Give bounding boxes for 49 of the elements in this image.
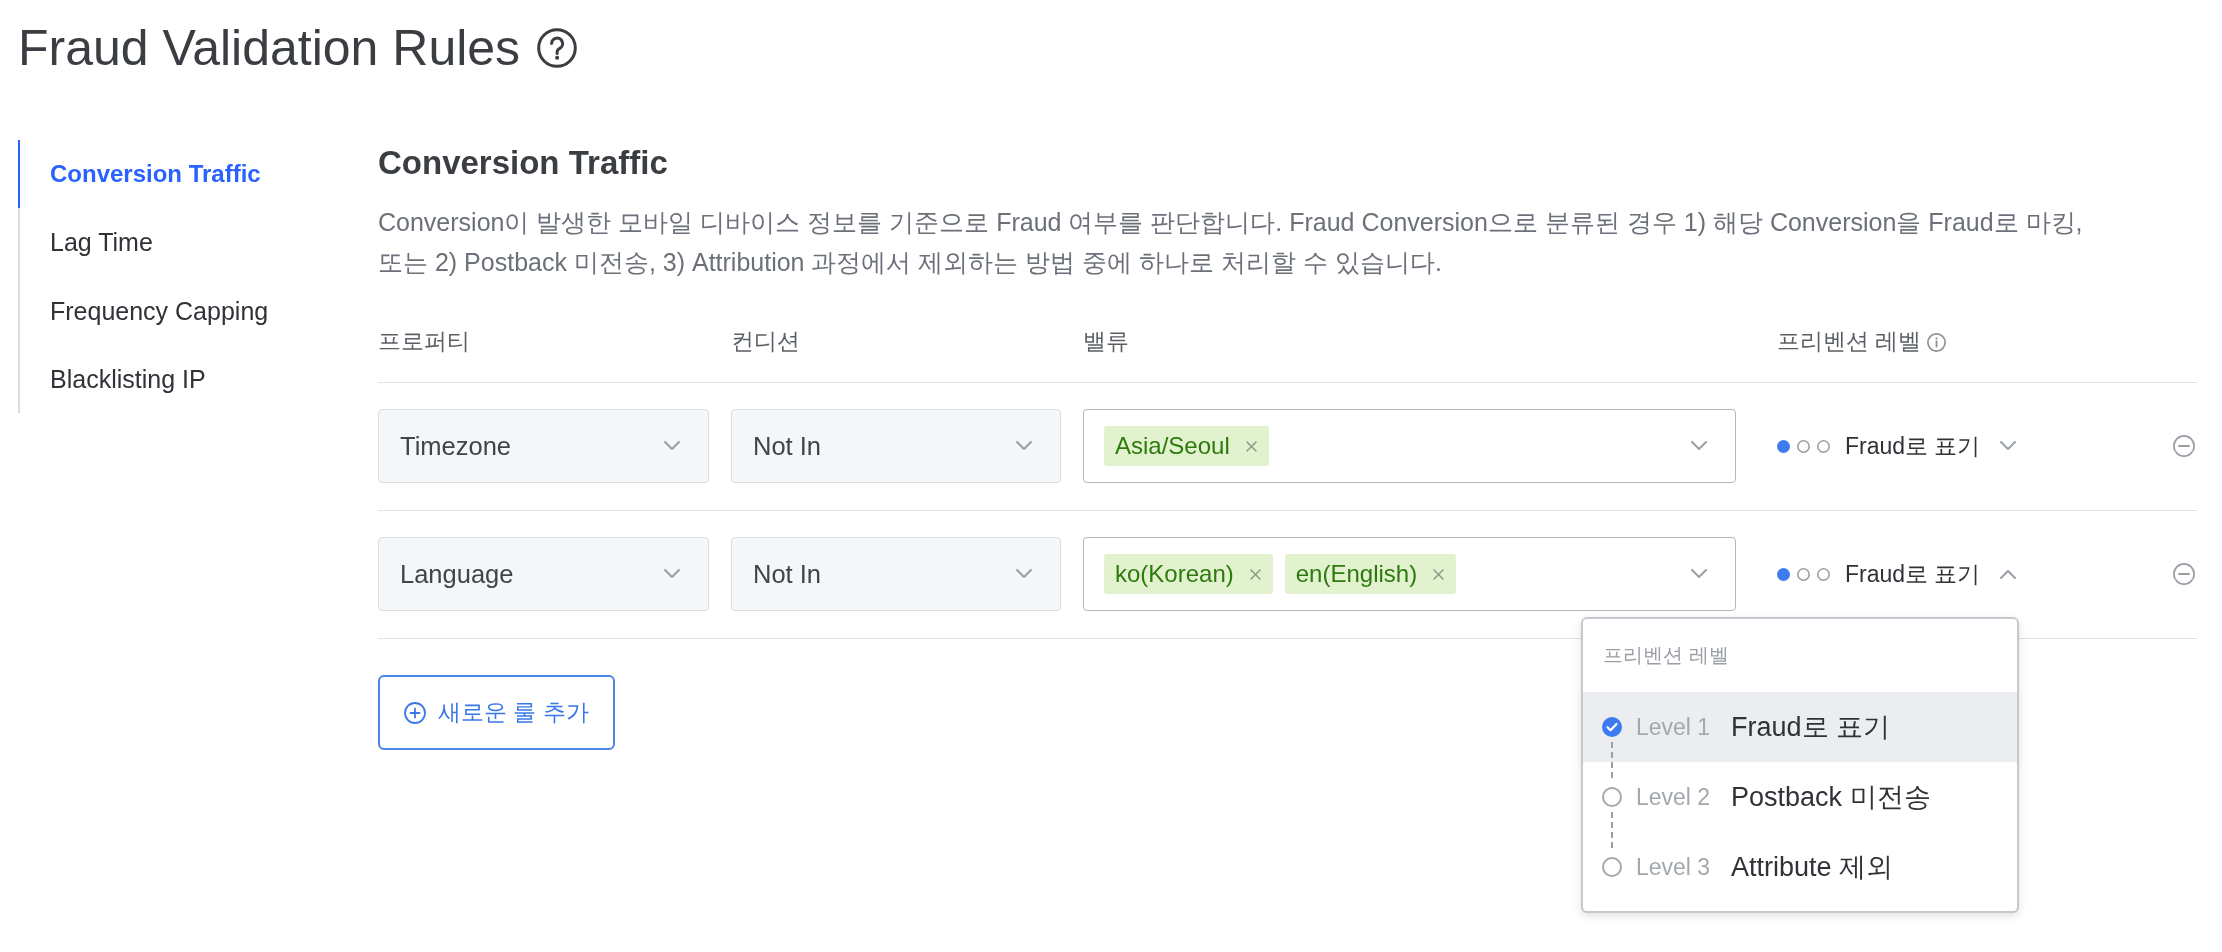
sidebar-item[interactable]: Lag Time [18,208,157,277]
minus-circle-icon[interactable] [2173,435,2195,457]
chevron-down-icon [1016,569,1032,579]
page-title: Fraud Validation Rules [18,19,521,78]
property-select[interactable]: Timezone [378,409,709,483]
check-circle-icon [1602,717,1622,737]
values-field[interactable]: Asia/Seoul [1083,409,1736,483]
level-label: Level 2 [1636,782,1712,812]
plus-circle-icon [404,701,426,724]
tag-text: ko(Korean) [1115,559,1234,589]
column-header: 프리벤션 레벨 [1777,328,1922,356]
circle-icon [1602,857,1622,877]
chevron-down-icon [2000,441,2017,451]
chevron-down-icon [664,569,680,579]
chevron-down-icon [1691,441,1707,451]
chevron-up-icon [2000,569,2017,579]
prevention-level-dropdown[interactable]: Fraud로 표기 [1777,556,2017,592]
values-field[interactable]: ko(Korean) en(English) [1083,537,1736,611]
property-select[interactable]: Language [378,537,709,611]
prevention-level-dropdown[interactable]: Fraud로 표기 [1777,428,2017,464]
add-rule-button[interactable]: 새로운 룰 추가 [378,675,615,750]
menu-option[interactable]: Level 1 Fraud로 표기 [1583,692,2017,762]
menu-option[interactable]: Level 2 Postback 미전송 [1583,762,2017,832]
column-header: 밸류 [1083,328,1129,356]
help-icon[interactable] [537,28,578,68]
level-label: Level 3 [1636,852,1712,882]
sidebar-item[interactable]: Conversion Traffic [18,140,265,209]
minus-circle-icon[interactable] [2173,563,2195,585]
circle-icon [1602,787,1622,807]
section-title: Conversion Traffic [378,144,669,182]
tag-text: Asia/Seoul [1115,431,1230,461]
column-header: 프로퍼티 [378,328,470,356]
close-icon[interactable] [1245,440,1257,452]
chevron-down-icon [664,441,680,451]
sidebar-item[interactable]: Blacklisting IP [18,344,210,413]
menu-title: 프리벤션 레벨 [1602,643,1730,668]
tag-text: en(English) [1295,559,1418,589]
close-icon[interactable] [1433,568,1445,580]
menu-option[interactable]: Level 3 Attribute 제외 [1583,832,2017,902]
condition-select[interactable]: Not In [731,537,1061,611]
sidebar-item[interactable]: Frequency Capping [18,276,273,345]
chevron-down-icon [1016,441,1032,451]
chevron-down-icon [1691,569,1707,579]
info-icon[interactable] [1927,332,1947,352]
close-icon[interactable] [1249,568,1261,580]
level-label: Level 1 [1636,712,1712,742]
condition-select[interactable]: Not In [731,409,1061,483]
column-header: 컨디션 [731,328,800,356]
section-description: Conversion이 발생한 모바일 디바이스 정보를 기준으로 Fraud 여부를 판단합니다. Fraud Conversion으로 분류된 경우 1) 해당 Conversion을 Fraud로 마킹, 또는 2) Postback 미전송, 3) Attribution 과정에서 제외하는 방법 중에 하나로 처리할 수 있습니다. [378,207,2084,278]
